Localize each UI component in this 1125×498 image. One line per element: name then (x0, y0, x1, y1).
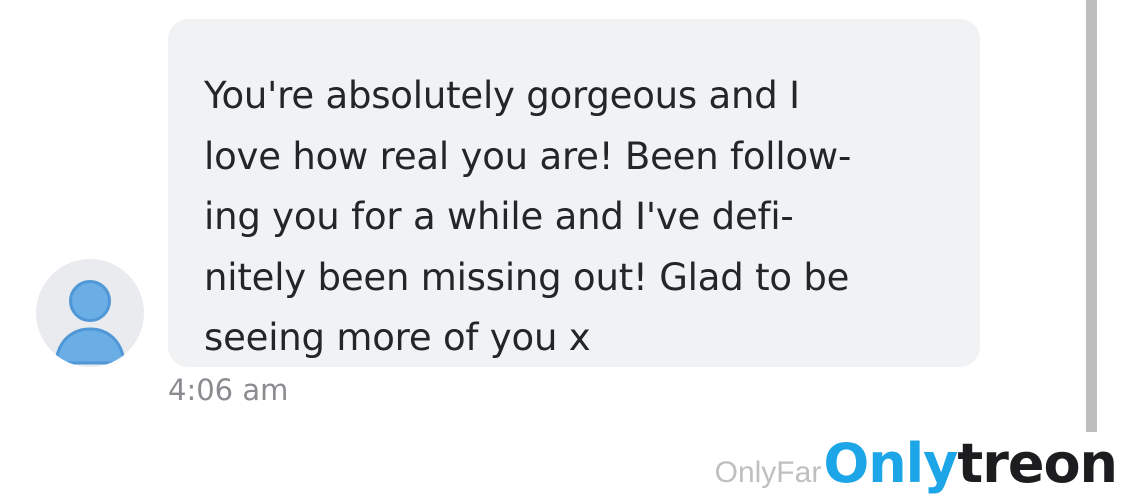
watermark-prefix: OnlyFar (714, 456, 822, 489)
message-line: seeing more of you x (204, 316, 591, 359)
scrollbar[interactable] (1086, 0, 1097, 432)
watermark: OnlyFar Only treon (714, 432, 1118, 498)
watermark-brand-accent: Only (823, 432, 958, 495)
watermark-brand-rest: treon (957, 432, 1118, 495)
message-line: ing you for a while and I've defi- (204, 195, 794, 238)
user-icon (54, 280, 126, 365)
message-text: You're absolutely gorgeous and I love ho… (204, 66, 950, 369)
message-line: nitely been missing out! Glad to be (204, 255, 850, 299)
message-timestamp: 4:06 am (168, 373, 289, 407)
sender-avatar[interactable] (36, 259, 144, 367)
message-line: love how real you are! Been follow- (204, 134, 852, 178)
message-line: You're absolutely gorgeous and I (204, 74, 800, 117)
message-bubble: You're absolutely gorgeous and I love ho… (168, 19, 980, 367)
